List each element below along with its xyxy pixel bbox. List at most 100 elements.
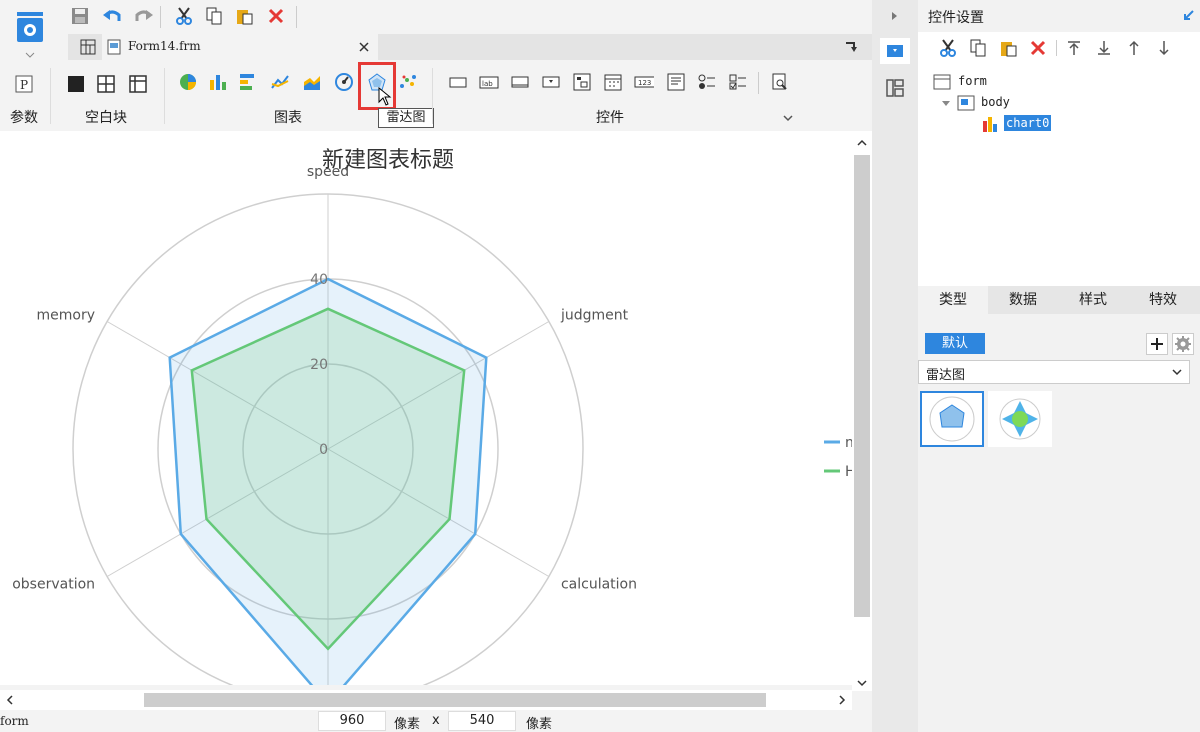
date-widget-icon[interactable] <box>603 72 623 92</box>
widget-tree-area <box>918 32 1200 286</box>
grid-layout-icon[interactable] <box>78 37 98 57</box>
panel-title: 控件设置 <box>928 10 984 26</box>
scroll-left-icon[interactable] <box>0 690 20 710</box>
radio-group-icon[interactable] <box>697 72 717 92</box>
tree-dropdown-icon[interactable] <box>572 72 592 92</box>
pin-icon[interactable] <box>1178 6 1198 26</box>
tab-effects[interactable]: 特效 <box>1128 286 1198 314</box>
line-chart-icon[interactable] <box>270 72 290 92</box>
panel-delete-icon[interactable] <box>1028 38 1048 58</box>
design-canvas[interactable]: speedjudgmentcalculationstrengthobservat… <box>0 131 852 685</box>
tab-type[interactable]: 类型 <box>918 286 988 314</box>
add-button[interactable] <box>1146 333 1168 355</box>
vertical-scroll-thumb[interactable] <box>854 155 870 617</box>
gauge-chart-icon[interactable] <box>334 72 354 92</box>
copy-icon[interactable] <box>204 6 224 26</box>
tab-style[interactable]: 样式 <box>1058 286 1128 314</box>
panel-copy-icon[interactable] <box>968 38 988 58</box>
radar-style-option-1[interactable] <box>920 391 984 447</box>
redo-icon[interactable] <box>134 6 154 26</box>
settings-button[interactable] <box>1172 333 1194 355</box>
expand-arrow-icon[interactable] <box>936 93 956 113</box>
move-down-icon[interactable] <box>1154 38 1174 58</box>
tick-label-40: 40 <box>310 272 328 288</box>
form-node-icon <box>932 72 952 92</box>
dropdown-widget-icon[interactable] <box>541 72 561 92</box>
label-widget-icon[interactable]: lab <box>479 72 499 92</box>
table-block-icon[interactable] <box>128 74 148 94</box>
parameter-icon[interactable]: P <box>14 74 34 94</box>
radar-area-thumbnail-icon <box>999 398 1041 440</box>
param-group-label: 参数 <box>10 110 38 126</box>
axis-label-calculation: calculation <box>561 577 637 593</box>
blank-block-icon[interactable] <box>66 74 86 94</box>
number-widget-icon[interactable]: 123 <box>634 72 654 92</box>
cut-icon[interactable] <box>174 6 194 26</box>
scroll-up-icon[interactable] <box>852 133 872 153</box>
move-top-icon[interactable] <box>1064 38 1084 58</box>
tree-node-chart[interactable]: chart0 <box>1004 115 1052 131</box>
form-file-icon <box>104 37 124 57</box>
layout-panel-icon[interactable] <box>885 78 905 98</box>
paste-icon[interactable] <box>234 6 254 26</box>
bar-chart-icon[interactable] <box>208 72 228 92</box>
panel-cut-icon[interactable] <box>938 38 958 58</box>
chart-node-icon <box>980 114 1000 134</box>
mouse-cursor-icon <box>375 87 395 107</box>
scroll-down-icon[interactable] <box>852 673 872 693</box>
body-node-icon <box>956 93 976 113</box>
checkbox-group-icon[interactable] <box>728 72 748 92</box>
undo-icon[interactable] <box>102 6 122 26</box>
svg-text:P: P <box>20 78 28 92</box>
pie-chart-icon[interactable] <box>178 72 198 92</box>
grid-block-icon[interactable] <box>96 74 116 94</box>
chart-type-select[interactable]: 雷达图 <box>918 360 1190 384</box>
tab-title: Form14.frm <box>128 39 201 53</box>
radar-style-option-2[interactable] <box>988 391 1052 447</box>
radar-thumbnail-icon <box>929 396 975 442</box>
panel-paste-icon[interactable] <box>998 38 1018 58</box>
radar-chart-button[interactable] <box>358 62 396 110</box>
axis-label-judgment: judgment <box>560 308 629 324</box>
height-input[interactable]: 540 <box>448 711 516 731</box>
width-unit: 像素 <box>394 717 421 732</box>
move-up-icon[interactable] <box>1124 38 1144 58</box>
scroll-right-icon[interactable] <box>832 690 852 710</box>
scatter-chart-icon[interactable] <box>398 72 418 92</box>
horizontal-scrollbar[interactable] <box>0 690 852 710</box>
delete-icon[interactable] <box>266 6 286 26</box>
save-icon[interactable] <box>70 6 90 26</box>
tree-node-form[interactable]: form <box>958 74 987 88</box>
axis-label-observation: observation <box>12 577 95 593</box>
radar-tooltip: 雷达图 <box>378 108 434 128</box>
horizontal-scroll-thumb[interactable] <box>144 693 766 707</box>
side-strip <box>872 0 918 732</box>
default-button[interactable]: 默认 <box>925 333 985 354</box>
widget-settings-toggle[interactable] <box>880 38 910 64</box>
move-bottom-icon[interactable] <box>1094 38 1114 58</box>
button-widget-icon[interactable] <box>448 72 468 92</box>
widget-ribbon: P 参数 空白块 雷达图 图表 lab 123 控件 <box>0 62 806 128</box>
axis-label-memory: memory <box>37 308 96 324</box>
horizontal-bar-icon[interactable] <box>238 72 258 92</box>
textbox-widget-icon[interactable] <box>510 72 530 92</box>
settings-panel-icon <box>885 41 905 61</box>
app-menu-button[interactable] <box>8 6 52 58</box>
tab-menu-icon[interactable] <box>842 37 862 57</box>
designer-area: Form14.frm P 参数 空白块 雷达图 图表 lab 123 控件 sp… <box>0 0 872 732</box>
app-logo-icon <box>17 12 43 58</box>
collapse-arrow-icon[interactable] <box>884 6 904 26</box>
vertical-scrollbar[interactable] <box>852 131 872 691</box>
textarea-widget-icon[interactable] <box>666 72 686 92</box>
tree-node-body[interactable]: body <box>981 95 1010 109</box>
chart-group-label: 图表 <box>274 110 302 126</box>
ribbon-collapse-icon[interactable] <box>778 108 798 128</box>
area-chart-icon[interactable] <box>302 72 322 92</box>
tab-form14[interactable]: Form14.frm <box>102 34 378 60</box>
width-input[interactable]: 960 <box>318 711 386 731</box>
tab-data[interactable]: 数据 <box>988 286 1058 314</box>
radar-series-1 <box>190 307 466 651</box>
status-form-label: form <box>0 714 29 728</box>
preview-icon[interactable] <box>770 72 790 92</box>
close-tab-icon[interactable] <box>354 37 374 57</box>
